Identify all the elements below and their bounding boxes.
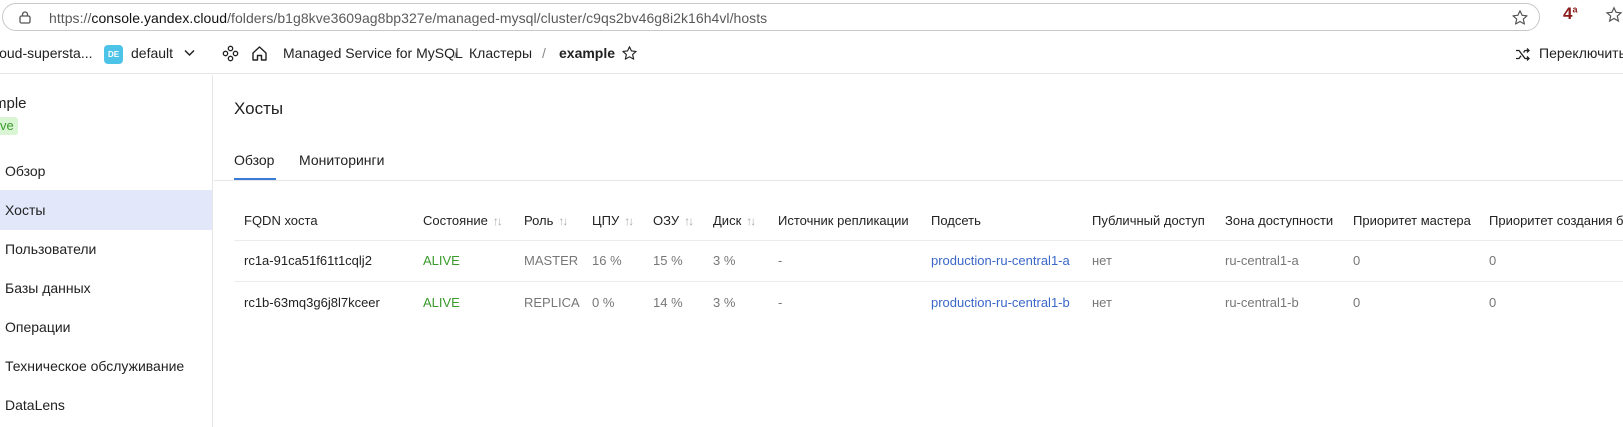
cell-ram: 14 % — [653, 295, 683, 310]
cell-fqdn[interactable]: rc1a-91ca51f61t1cqlj2 — [244, 253, 372, 268]
shuffle-icon[interactable] — [1515, 47, 1530, 62]
favorites-icon[interactable] — [1605, 6, 1623, 24]
tabs-divider — [214, 180, 1623, 181]
column-header-label: Зона доступности — [1225, 213, 1334, 228]
tab-overview[interactable]: Обзор — [234, 152, 274, 168]
column-header-label: Публичный доступ — [1092, 213, 1205, 228]
cell-subnet-link[interactable]: production-ru-central1-a — [931, 253, 1070, 268]
sidebar-item-users[interactable]: Пользователи — [0, 229, 212, 269]
cell-master-priority: 0 — [1353, 253, 1361, 268]
column-header-label: Диск — [713, 213, 742, 228]
status-badge: ve — [0, 117, 18, 135]
page-title: Хосты — [234, 99, 284, 118]
cell-zone: ru-central1-a — [1225, 253, 1299, 268]
sidebar-item-maintenance[interactable]: Техническое обслуживание — [0, 346, 212, 386]
column-header-ram[interactable]: ОЗУ ↑↓ — [653, 213, 694, 228]
column-header-disk[interactable]: Диск ↑↓ — [713, 213, 756, 228]
bookmark-star-icon[interactable] — [1511, 9, 1529, 27]
home-icon[interactable] — [251, 45, 268, 62]
breadcrumb-separator: / — [542, 45, 546, 61]
url-prefix: https:// — [49, 10, 92, 26]
column-header-label: ЦПУ — [592, 213, 620, 228]
sidebar-item-operations[interactable]: Операции — [0, 307, 212, 347]
url-path: /folders/b1g8kve3609ag8bp327e/managed-my… — [227, 10, 768, 26]
cell-subnet-link[interactable]: production-ru-central1-b — [931, 295, 1070, 310]
url-domain: console.yandex.cloud — [91, 10, 228, 26]
breadcrumb-separator: / — [454, 45, 458, 61]
switch-button[interactable]: Переключить — [1539, 45, 1623, 61]
browser-toolbar: https://console.yandex.cloud/folders/b1g… — [0, 0, 1623, 34]
cell-backup-priority: 0 — [1489, 295, 1497, 310]
column-header-state[interactable]: Состояние ↑↓ — [423, 213, 503, 228]
extension-badge-sup: a — [1572, 4, 1578, 15]
cell-public-access: нет — [1092, 253, 1112, 268]
sort-icon[interactable]: ↑↓ — [493, 214, 503, 228]
address-bar[interactable]: https://console.yandex.cloud/folders/b1g… — [2, 3, 1540, 31]
sort-icon[interactable]: ↑↓ — [558, 214, 568, 228]
breadcrumb-clusters[interactable]: Кластеры — [469, 45, 532, 61]
sidebar: mple ve Обзор Хосты Пользователи Базы да… — [0, 75, 213, 427]
services-icon[interactable] — [222, 45, 239, 62]
cell-ram: 15 % — [653, 253, 683, 268]
url-text: https://console.yandex.cloud/folders/b1g… — [49, 10, 767, 26]
column-header-cpu[interactable]: ЦПУ ↑↓ — [592, 213, 634, 228]
sidebar-item-hosts[interactable]: Хосты — [0, 190, 212, 230]
cell-master-priority: 0 — [1353, 295, 1361, 310]
column-header-label: Приоритет мастера — [1353, 213, 1471, 228]
cell-disk: 3 % — [713, 253, 736, 268]
cell-public-access: нет — [1092, 295, 1112, 310]
breadcrumb-current: example — [559, 45, 616, 61]
column-header-label: Источник репликации — [778, 213, 909, 228]
sidebar-item-overview[interactable]: Обзор — [0, 151, 212, 191]
sort-icon[interactable]: ↑↓ — [684, 214, 694, 228]
column-header-label: Состояние — [423, 213, 488, 228]
chevron-down-icon[interactable] — [184, 49, 195, 57]
cell-role: MASTER — [524, 253, 579, 268]
cell-state: ALIVE — [423, 253, 460, 268]
column-header-label: Приоритет создания б — [1489, 213, 1623, 228]
cell-role: REPLICA — [524, 295, 580, 310]
sidebar-item-databases[interactable]: Базы данных — [0, 268, 212, 308]
cluster-name: mple — [0, 95, 27, 112]
column-header-replication-source: Источник репликации — [778, 213, 909, 228]
row-divider — [234, 240, 1623, 241]
column-header-subnet: Подсеть — [931, 213, 981, 228]
cell-fqdn[interactable]: rc1b-63mq3g6j8l7kceer — [244, 295, 380, 310]
breadcrumb-service[interactable]: Managed Service for MySQL — [283, 45, 463, 61]
column-header-fqdn: FQDN хоста — [244, 213, 318, 228]
extension-icon[interactable]: 4a — [1563, 4, 1577, 24]
folder-badge: DE — [104, 45, 123, 64]
tab-monitoring[interactable]: Мониторинги — [299, 152, 384, 168]
column-header-label: Подсеть — [931, 213, 981, 228]
app-header: loud-supersta... DE default Managed Serv… — [0, 34, 1623, 74]
column-header-label: FQDN хоста — [244, 213, 318, 228]
cell-backup-priority: 0 — [1489, 253, 1497, 268]
cell-disk: 3 % — [713, 295, 736, 310]
column-header-label: Роль — [524, 213, 554, 228]
cell-replication-source: - — [778, 253, 783, 268]
cell-cpu: 0 % — [592, 295, 615, 310]
column-header-backup-priority: Приоритет создания б — [1489, 213, 1623, 228]
row-divider — [234, 281, 1623, 282]
cell-state: ALIVE — [423, 295, 460, 310]
column-header-zone: Зона доступности — [1225, 213, 1333, 228]
favorite-star-icon[interactable] — [621, 45, 638, 62]
folder-selector[interactable]: default — [131, 45, 173, 61]
column-header-role[interactable]: Роль ↑↓ — [524, 213, 568, 228]
sort-icon[interactable]: ↑↓ — [624, 214, 634, 228]
lock-icon[interactable] — [19, 11, 31, 24]
cell-zone: ru-central1-b — [1225, 295, 1299, 310]
cloud-selector[interactable]: loud-supersta... — [0, 45, 93, 61]
column-header-master-priority: Приоритет мастера — [1353, 213, 1471, 228]
sidebar-item-datalens[interactable]: DataLens — [0, 385, 212, 425]
sort-icon[interactable]: ↑↓ — [746, 214, 756, 228]
column-header-label: ОЗУ — [653, 213, 680, 228]
cell-replication-source: - — [778, 295, 783, 310]
cell-cpu: 16 % — [592, 253, 622, 268]
column-header-public-access: Публичный доступ — [1092, 213, 1205, 228]
